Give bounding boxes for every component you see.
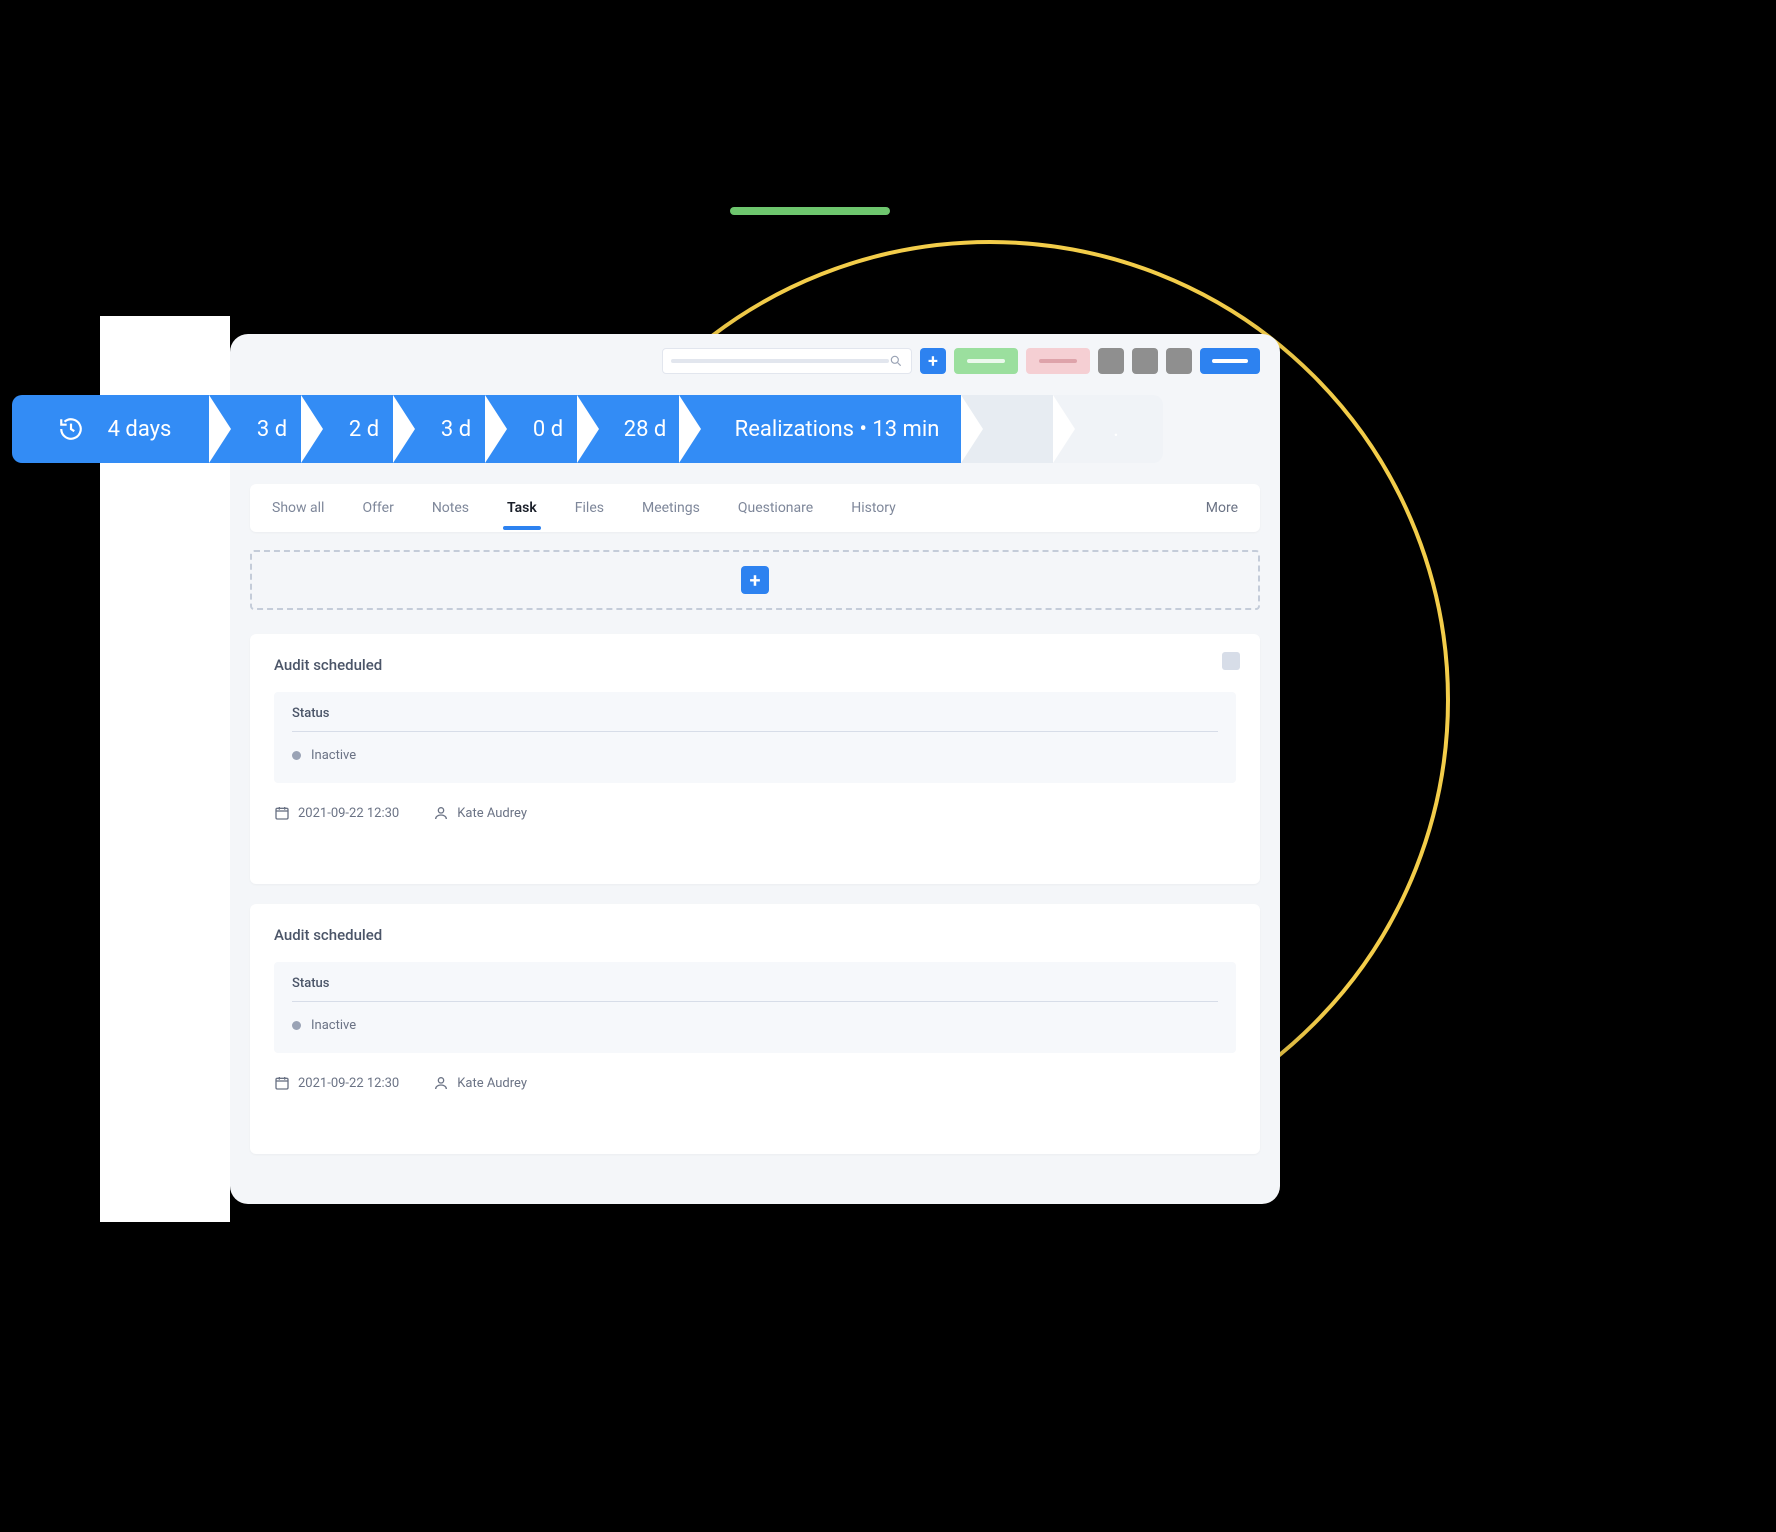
timeline-future-stage[interactable]: . [1053,395,1163,463]
tabs-more[interactable]: More [1206,500,1238,516]
status-value: Inactive [311,1018,356,1033]
card-assignee-value: Kate Audrey [457,1076,527,1091]
calendar-icon [274,805,290,821]
history-icon [58,416,84,442]
status-row: Inactive [292,748,1218,763]
card-date-value: 2021-09-22 12:30 [298,806,399,821]
timeline-current-label: Realizations • 13 min [707,417,952,442]
action-pink-button[interactable] [1026,348,1090,374]
calendar-icon [274,1075,290,1091]
tab-meetings[interactable]: Meetings [642,500,700,516]
stage-timeline: 4 days 3 d 2 d 3 d 0 d 28 d Realizations… [12,395,1302,463]
card-date: 2021-09-22 12:30 [274,805,399,821]
timeline-total-label: 4 days [94,417,184,442]
status-label: Status [292,976,1218,1002]
card-title: Audit scheduled [274,656,1236,674]
status-label: Status [292,706,1218,732]
status-dot-icon [292,751,301,760]
status-value: Inactive [311,748,356,763]
task-card: Audit scheduled Status Inactive 2021-09-… [250,904,1260,1154]
card-assignee: Kate Audrey [433,1075,527,1091]
timeline-stage-label: 2 d [321,417,391,442]
timeline-stage-label: 28 d [596,417,679,442]
tab-questionare[interactable]: Questionare [738,500,813,516]
status-box: Status Inactive [274,692,1236,783]
toolbar-square-2[interactable] [1132,348,1158,374]
tab-files[interactable]: Files [575,500,604,516]
timeline-stage-label: 3 d [229,417,299,442]
search-input[interactable] [662,348,912,374]
app-window: + Show all Offer Notes Task Files Meetin… [230,334,1280,1204]
card-date-value: 2021-09-22 12:30 [298,1076,399,1091]
card-menu-button[interactable] [1222,652,1240,670]
tab-history[interactable]: History [851,500,896,516]
timeline-current-stage[interactable]: Realizations • 13 min [679,395,979,463]
status-dot-icon [292,1021,301,1030]
card-meta: 2021-09-22 12:30 Kate Audrey [274,1075,1236,1091]
search-icon [889,354,903,368]
tab-task[interactable]: Task [507,500,537,516]
toolbar-square-3[interactable] [1166,348,1192,374]
topbar: + [662,348,1260,374]
toolbar-square-1[interactable] [1098,348,1124,374]
action-green-button[interactable] [954,348,1018,374]
tab-show-all[interactable]: Show all [272,500,324,516]
tab-notes[interactable]: Notes [432,500,469,516]
tabs-bar: Show all Offer Notes Task Files Meetings… [250,484,1260,532]
card-meta: 2021-09-22 12:30 Kate Audrey [274,805,1236,821]
status-row: Inactive [292,1018,1218,1033]
tab-offer[interactable]: Offer [362,500,393,516]
task-card: Audit scheduled Status Inactive 2021-09-… [250,634,1260,884]
card-title: Audit scheduled [274,926,1236,944]
primary-action-button[interactable] [1200,348,1260,374]
card-assignee-value: Kate Audrey [457,806,527,821]
timeline-stage-label: 0 d [505,417,575,442]
timeline-total[interactable]: 4 days [12,395,227,463]
user-icon [433,1075,449,1091]
status-box: Status Inactive [274,962,1236,1053]
card-assignee: Kate Audrey [433,805,527,821]
timeline-stage-label: 3 d [413,417,483,442]
user-icon [433,805,449,821]
add-button[interactable]: + [920,348,946,374]
add-item-strip[interactable]: + [250,550,1260,610]
plus-icon: + [741,566,769,594]
decorative-accent [730,207,890,215]
card-date: 2021-09-22 12:30 [274,1075,399,1091]
